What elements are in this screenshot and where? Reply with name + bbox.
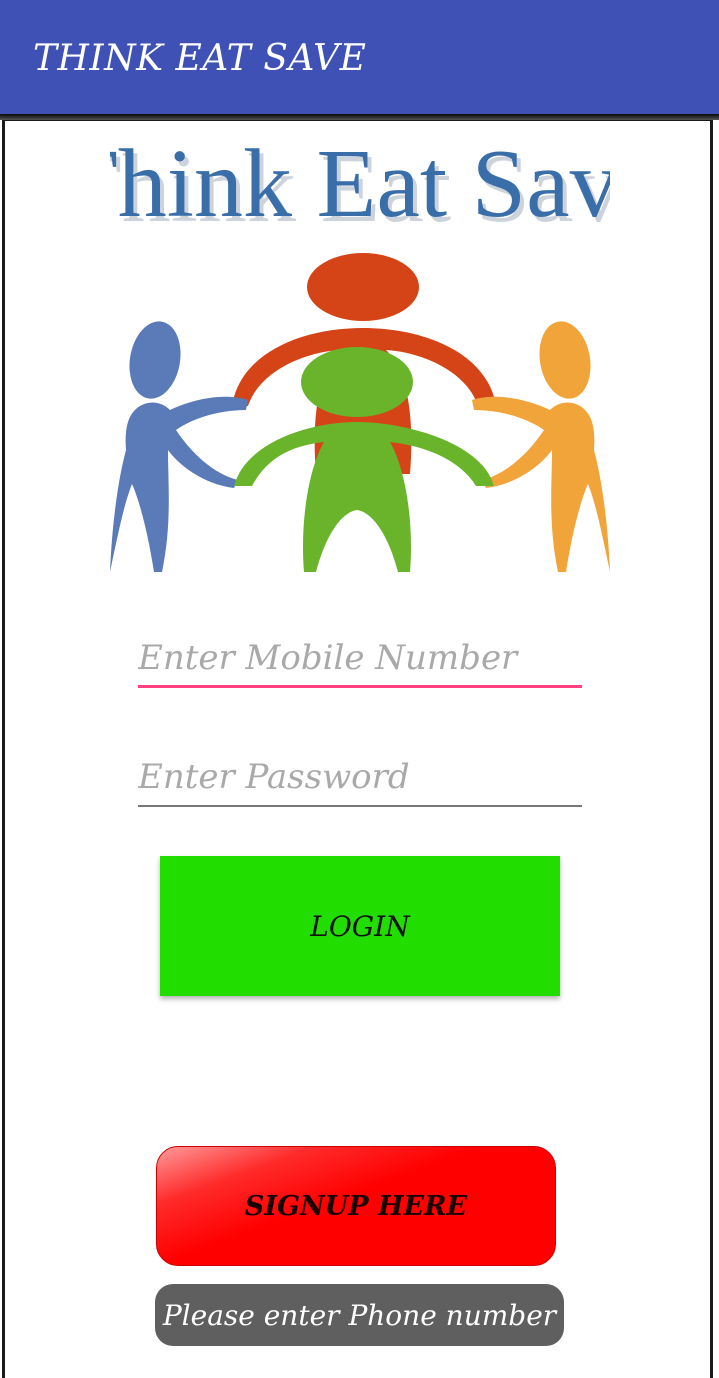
green-figure-body: [234, 422, 494, 572]
logo-graphic: Think Eat Save Think Eat Save: [110, 130, 610, 572]
think-eat-save-logo: Think Eat Save Think Eat Save: [110, 124, 610, 579]
blue-figure-body: [110, 396, 248, 572]
mobile-number-underline: [138, 685, 582, 688]
password-underline: [138, 805, 582, 807]
password-input[interactable]: [138, 747, 582, 807]
mobile-number-field[interactable]: [138, 628, 582, 688]
signup-button[interactable]: SIGNUP HERE: [156, 1146, 556, 1266]
app-title: THINK EAT SAVE: [33, 38, 367, 79]
orange-figure-head: [539, 321, 591, 399]
red-figure-head: [307, 253, 419, 321]
app-bar: THINK EAT SAVE: [0, 0, 719, 114]
green-figure-head: [301, 347, 413, 417]
blue-figure-head: [129, 321, 181, 399]
login-button[interactable]: LOGIN: [160, 856, 560, 996]
mobile-number-input[interactable]: [138, 628, 582, 688]
logo-text: Think Eat Save: [110, 130, 610, 238]
password-field[interactable]: [138, 747, 582, 807]
toast-message: Please enter Phone number: [155, 1284, 564, 1346]
frame-top-edge: [0, 114, 719, 120]
